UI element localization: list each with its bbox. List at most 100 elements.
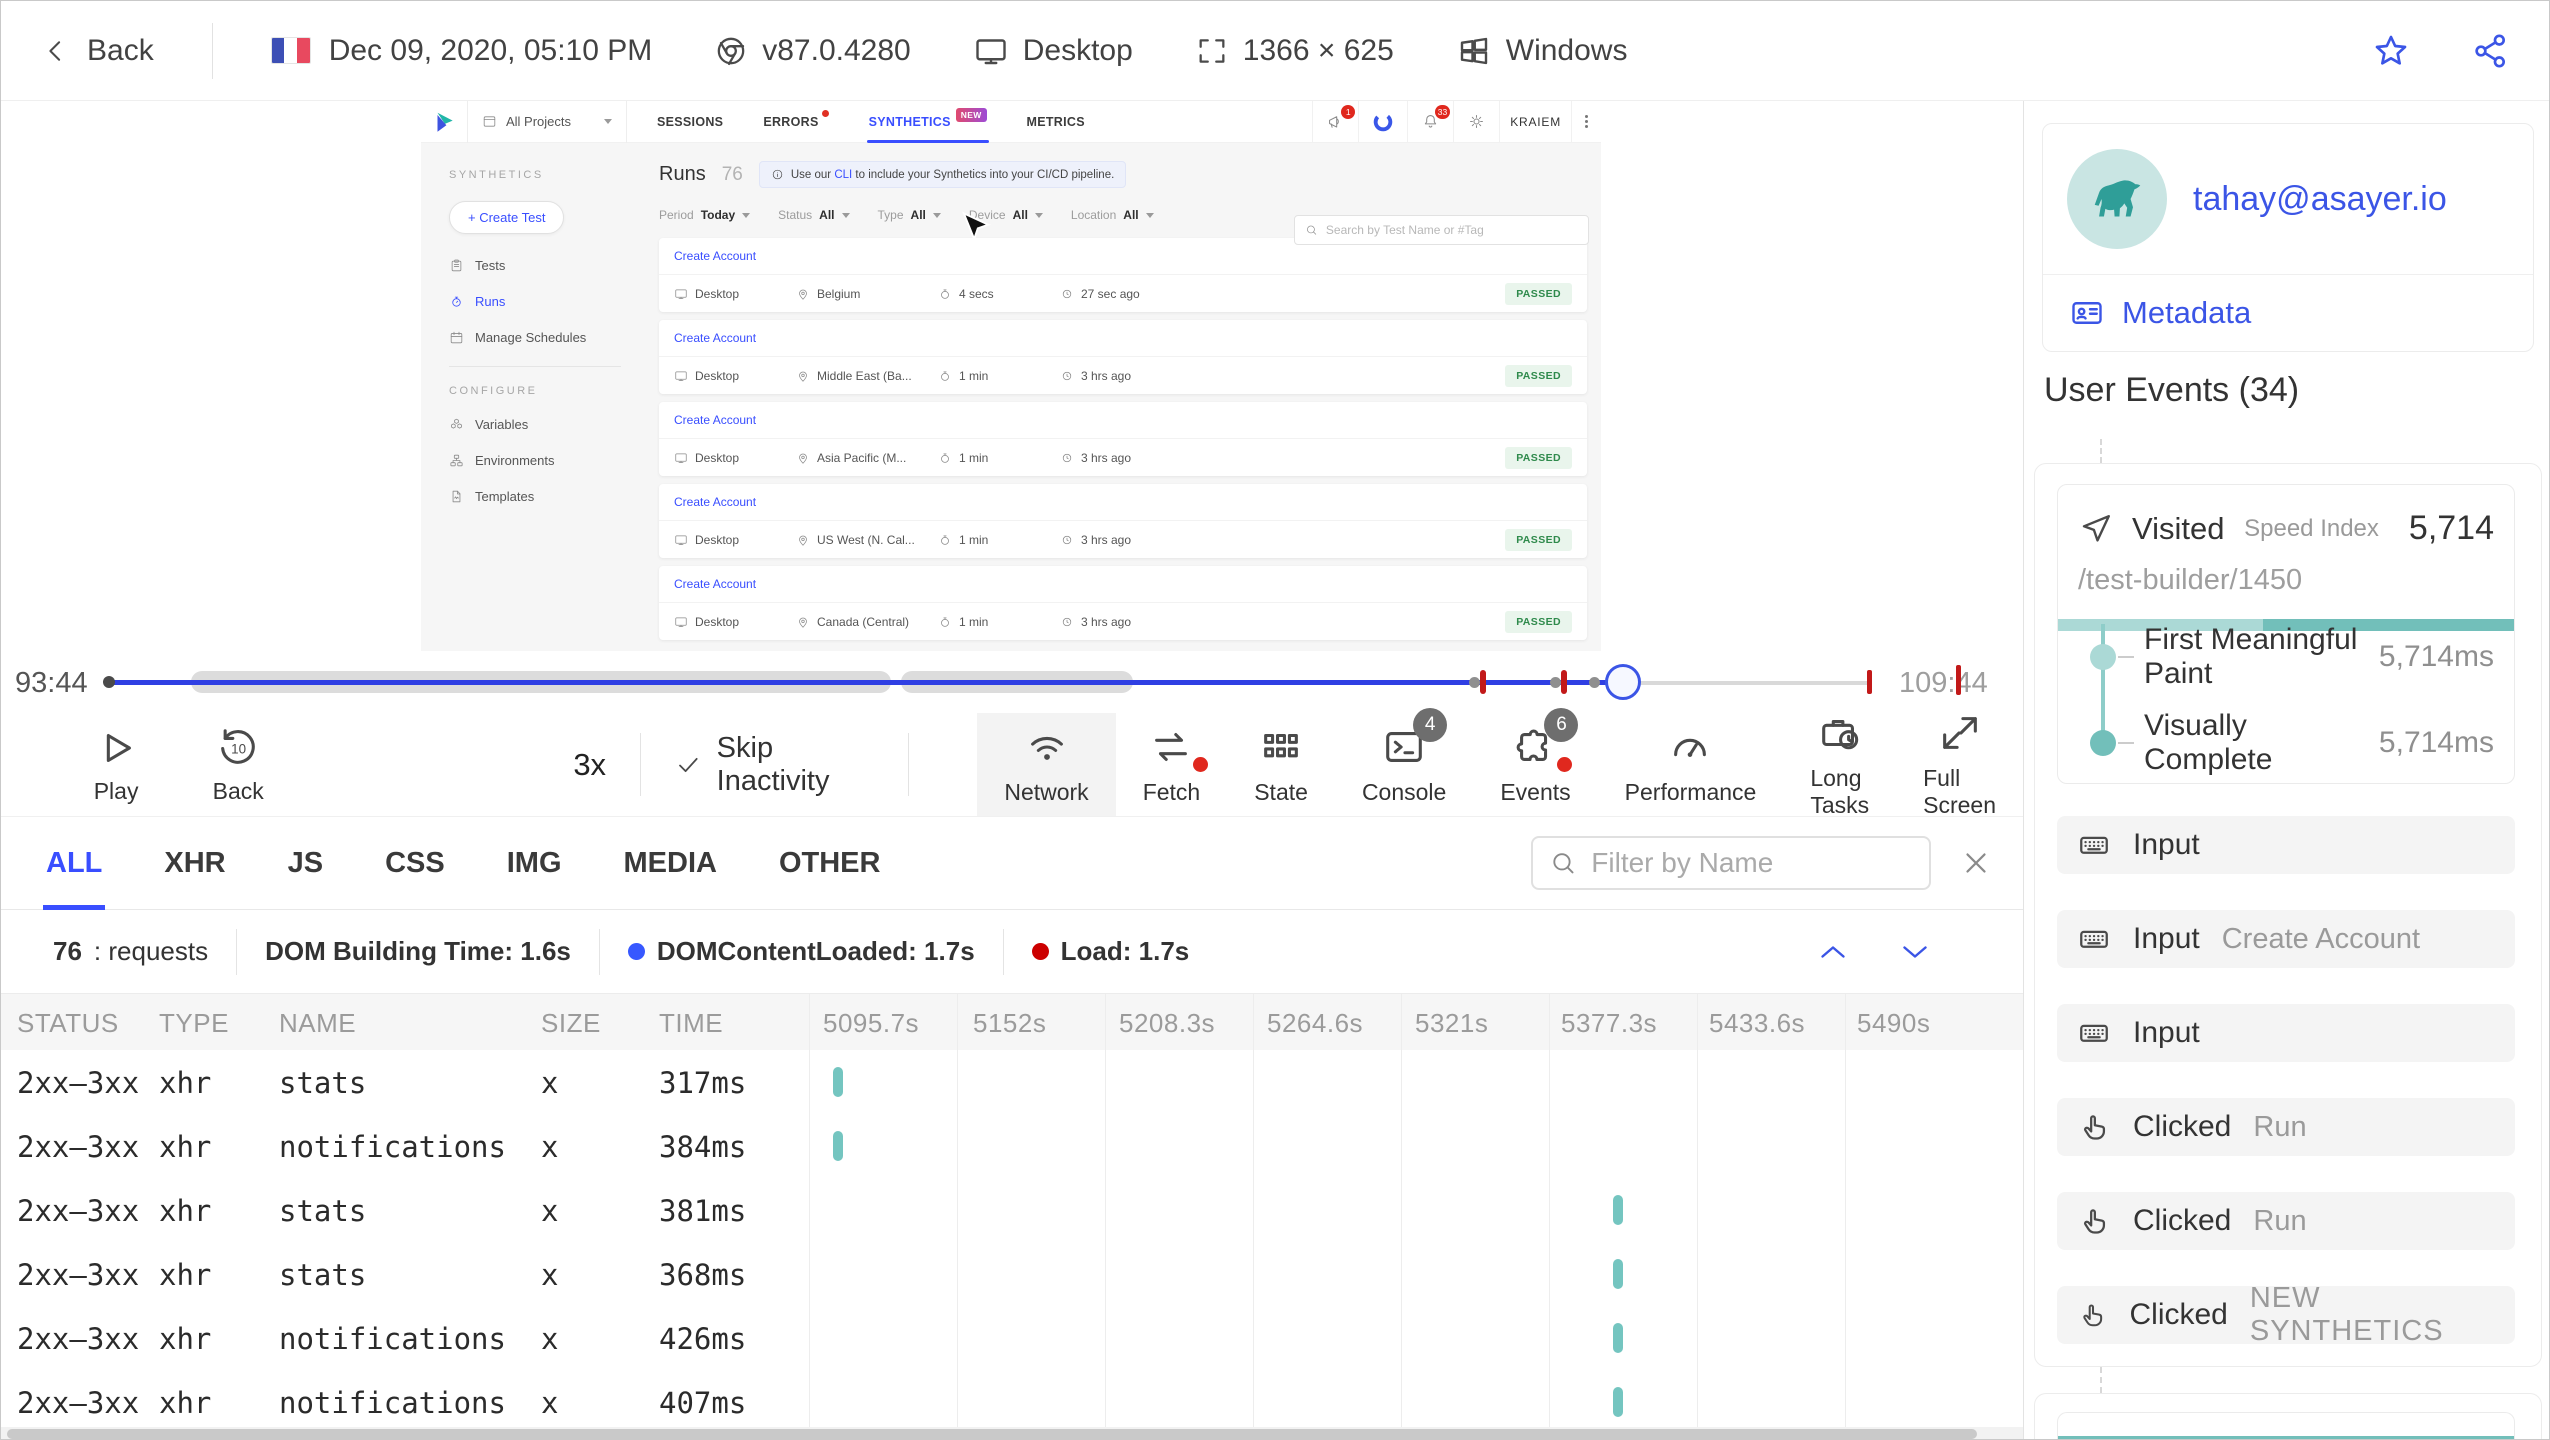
sidebar-item-manage-schedules: Manage Schedules [449, 330, 651, 345]
sitemap-icon [450, 454, 463, 467]
share-icon[interactable] [2471, 31, 2511, 71]
sidebar-item-templates: Templates [449, 489, 651, 504]
tab-xhr[interactable]: XHR [164, 817, 225, 910]
table-row[interactable]: 2xx–3xx xhr stats x 381ms [1, 1178, 2023, 1242]
runs-count: 76 [721, 163, 743, 185]
favorite-star-icon[interactable] [2371, 31, 2411, 71]
chevron-left-icon [49, 40, 61, 61]
play-button[interactable]: Play [73, 713, 159, 816]
project-selector: All Projects [467, 101, 627, 143]
sidebar-section-synthetics: SYNTHETICS [449, 169, 544, 181]
avatar [2067, 149, 2167, 249]
scrollbar-thumb[interactable] [7, 1429, 1977, 1439]
runs-search-input [1325, 223, 1578, 237]
blue-dot [627, 943, 645, 960]
id-card-icon [2072, 302, 2102, 324]
event-clicked[interactable]: Clicked Run [2057, 1192, 2515, 1250]
tab-other[interactable]: OTHER [779, 817, 881, 910]
table-row[interactable]: 2xx–3xx xhr stats x 317ms [1, 1050, 2023, 1114]
stopwatch-icon [452, 296, 461, 307]
metric-row: First Meaningful Paint 5,714ms [2058, 623, 2514, 690]
app-tab-errors: ERRORS [763, 101, 829, 143]
waterfall-bar [1613, 1323, 1623, 1353]
horizontal-scrollbar[interactable] [1, 1427, 2023, 1439]
time-column-header: 5152s [973, 1008, 1047, 1038]
keyboard-icon [2080, 930, 2108, 948]
new-badge: NEW [955, 107, 987, 122]
panel-long-tasks[interactable]: Long Tasks [1783, 713, 1896, 818]
rewind-10-icon: 10 [221, 728, 255, 764]
tab-media[interactable]: MEDIA [624, 817, 717, 910]
player-timeline[interactable]: 93:44 109:44 [1, 651, 2023, 713]
playback-speed-button[interactable]: 3x [573, 747, 606, 783]
red-dot [1193, 756, 1209, 772]
jump-next-button[interactable] [1897, 934, 1933, 970]
panel-console[interactable]: 4 Console [1335, 707, 1473, 816]
network-tabs: ALL XHR JS CSS IMG MEDIA OTHER [1, 817, 2023, 910]
panel-fetch[interactable]: Fetch [1116, 713, 1228, 816]
divider [449, 366, 621, 367]
stopwatch-icon [941, 289, 949, 299]
back-button[interactable]: Back [41, 34, 154, 68]
events-count-badge: 6 [1544, 707, 1579, 742]
panel-state[interactable]: State [1227, 713, 1335, 816]
event-clicked[interactable]: Clicked NEW SYNTHETICS [2057, 1282, 2515, 1347]
device-label: Desktop [1022, 33, 1133, 67]
event-input[interactable]: Input Create Account [2057, 910, 2515, 968]
replayed-app-navbar: All Projects SESSIONS ERRORS SYNTHETICS N… [421, 101, 1601, 143]
network-filter-input[interactable] [1591, 847, 1913, 879]
run-card: Create Account Desktop Asia Pacific (M..… [659, 402, 1587, 476]
event-input[interactable]: Input [2057, 1004, 2515, 1062]
resolution-label: 1366 × 625 [1242, 33, 1394, 67]
tab-js[interactable]: JS [288, 817, 323, 910]
speed-index-label: Speed Index [2244, 514, 2379, 542]
table-row[interactable]: 2xx–3xx xhr notifications x 407ms [1, 1370, 2023, 1434]
tab-all[interactable]: ALL [42, 817, 106, 910]
time-column-header: 5433.6s [1709, 1008, 1806, 1038]
table-row[interactable]: 2xx–3xx xhr notifications x 384ms [1, 1114, 2023, 1178]
playhead-handle[interactable] [1605, 664, 1641, 700]
visited-event-card[interactable]: Visited Speed Index 5,714 /test-builder/… [2057, 484, 2515, 784]
panel-network[interactable]: Network [977, 713, 1116, 816]
user-email[interactable]: tahay@asayer.io [2193, 180, 2447, 219]
resolution-info: 1366 × 625 [1195, 34, 1394, 68]
table-row[interactable]: 2xx–3xx xhr notifications x 426ms [1, 1306, 2023, 1370]
event-clicked[interactable]: Clicked Run [2057, 1098, 2515, 1156]
svg-text:10: 10 [231, 741, 246, 756]
status-badge: PASSED [1505, 282, 1572, 305]
panel-performance[interactable]: Performance [1598, 713, 1784, 816]
run-card: Create Account Desktop Belgium 4 secs 27… [659, 238, 1587, 312]
run-card: Create Account Desktop US West (N. Cal..… [659, 484, 1587, 558]
map-pin-icon [799, 535, 807, 546]
dom-building-time: DOM Building Time: 1.6s [265, 936, 571, 966]
tab-img[interactable]: IMG [507, 817, 562, 910]
clock-icon [1062, 453, 1072, 462]
user-menu: KRAIEM [1499, 101, 1571, 143]
runs-page-title: Runs [659, 163, 706, 185]
clock-icon [1062, 535, 1072, 544]
close-panel-button[interactable] [1959, 846, 1993, 880]
skip-inactivity-toggle[interactable]: Skip Inactivity [675, 732, 874, 798]
monitor-icon [675, 453, 687, 463]
status-badge: PASSED [1505, 364, 1572, 387]
clock-icon [1062, 617, 1072, 626]
france-flag-icon [270, 37, 311, 64]
info-icon [772, 169, 783, 180]
jump-previous-button[interactable] [1815, 934, 1851, 970]
filter-location: Location All [1071, 208, 1154, 222]
table-row[interactable]: 2xx–3xx xhr stats x 368ms [1, 1242, 2023, 1306]
panel-full-screen[interactable]: Full Screen [1896, 713, 2023, 818]
red-dot [1031, 943, 1049, 960]
back-10s-button[interactable]: 10 Back [195, 713, 281, 816]
cubes-icon [451, 418, 462, 429]
network-panel: ALL XHR JS CSS IMG MEDIA OTHER 76: reque… [1, 816, 2023, 1439]
briefcase-clock-icon [1821, 719, 1858, 750]
timeline-connector [2100, 1367, 2102, 1393]
event-dot [1589, 677, 1600, 688]
map-pin-icon [799, 371, 807, 382]
tab-css[interactable]: CSS [385, 817, 445, 910]
metadata-button[interactable]: Metadata [2043, 274, 2533, 351]
sidebar-item-tests: Tests [449, 258, 651, 273]
panel-events[interactable]: 6 Events [1473, 707, 1597, 816]
event-input[interactable]: Input [2057, 816, 2515, 874]
